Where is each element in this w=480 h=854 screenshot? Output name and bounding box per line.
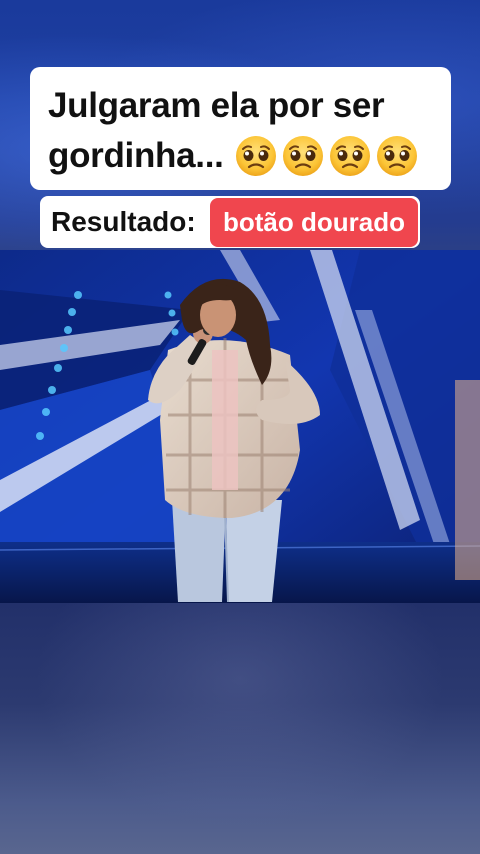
stage-scene [0, 250, 480, 603]
pleading-face-icon [376, 136, 417, 176]
pleading-face-icon [282, 136, 323, 176]
emoji-row [234, 134, 419, 178]
short-video-screen: { "overlay": { "title_line1": "Julgaram … [0, 0, 480, 854]
title-line-2: gordinha... [48, 136, 224, 175]
title-line-2-row: gordinha... [48, 131, 441, 181]
pleading-face-icon [329, 136, 370, 176]
title-card: Julgaram ela por ser gordinha... [30, 67, 451, 190]
result-label: Resultado: [51, 206, 196, 237]
stage-side-light [455, 380, 480, 580]
video-frame[interactable] [0, 250, 480, 603]
title-line-1: Julgaram ela por ser [48, 86, 385, 125]
result-badge: botão dourado [210, 198, 418, 247]
lower-background [0, 603, 480, 854]
pleading-face-icon [235, 136, 276, 176]
